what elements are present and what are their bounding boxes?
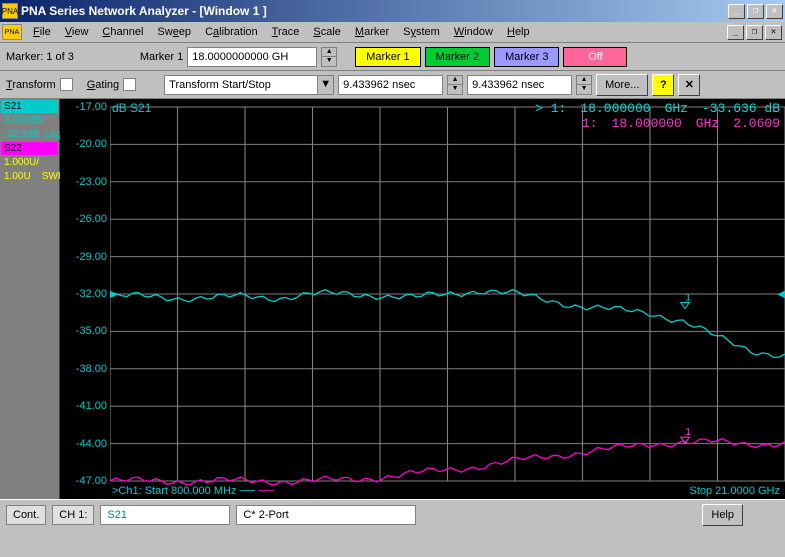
marker-1-val: -33.636 dB [702,101,780,116]
status-bar: Cont. CH 1: S21 C* 2-Port Help [0,499,785,529]
menu-channel[interactable]: Channel [95,24,150,40]
app-icon-small: PNA [2,24,22,40]
marker-toolbar: Marker: 1 of 3 Marker 1 ▲▼ Marker 1 Mark… [0,43,785,71]
gating-checkbox[interactable] [123,78,136,91]
marker-frequency-spin[interactable]: ▲▼ [321,47,337,67]
status-channel: CH 1: [52,505,94,525]
menu-system[interactable]: System [396,24,447,40]
menu-sweep[interactable]: Sweep [150,24,198,40]
child-restore-button[interactable]: ❐ [746,25,763,40]
y-axis: -17.00-20.00-23.00-26.00-29.00-32.00-35.… [60,99,110,499]
plot-area: S21 3.000dB/ -32.0dB LogM S22 1.000U/ 1.… [0,99,785,499]
menu-trace[interactable]: Trace [265,24,307,40]
trace-s22-scale: 1.000U/ [1,156,58,169]
minimize-button[interactable]: _ [728,4,745,19]
marker-1-unit: GHz [665,101,688,116]
svg-text:1: 1 [685,293,691,304]
chart-unit-label: dB S21 [112,101,151,115]
toolbar-close-button[interactable]: ✕ [678,74,700,96]
status-cont: Cont. [6,505,46,525]
marker-2-val: 2.0609 [733,116,780,131]
transform-stop-input[interactable] [467,75,572,95]
marker-readout: > 1: 18.000000 GHz -33.636 dB 1: 18.0000… [535,101,780,131]
menu-window[interactable]: Window [447,24,500,40]
marker-2-button[interactable]: Marker 2 [425,47,490,67]
app-icon: PNA [2,3,18,19]
start-freq-label: >Ch1: Start 800.000 MHz ── ── [112,485,274,497]
titlebar: PNA PNA Series Network Analyzer - [Windo… [0,0,785,22]
menu-file[interactable]: File [26,24,58,40]
svg-text:1: 1 [685,427,691,438]
chart[interactable]: 11 dB S21 > 1: 18.000000 GHz -33.636 dB … [110,99,785,499]
marker-1-prefix: > 1: [535,101,566,116]
spin-down-icon[interactable]: ▼ [322,57,336,66]
marker-2-prefix: 1: [582,116,598,131]
marker-count-label: Marker: 1 of 3 [6,51,74,63]
marker-3-button[interactable]: Marker 3 [494,47,559,67]
menu-help[interactable]: Help [500,24,537,40]
menu-view[interactable]: View [58,24,96,40]
status-trace: S21 [100,505,230,525]
window-title: PNA Series Network Analyzer - [Window 1 … [21,4,728,18]
trace-s21-scale: 3.000dB/ [1,114,58,127]
child-close-button[interactable]: ✕ [765,25,782,40]
trace-s21-header[interactable]: S21 [1,100,58,113]
marker-1-freq: 18.000000 [580,101,650,116]
menubar: PNA File View Channel Sweep Calibration … [0,22,785,43]
transform-stop-spin[interactable]: ▲▼ [576,75,592,95]
transform-start-input[interactable] [338,75,443,95]
marker-1-button[interactable]: Marker 1 [355,47,420,67]
menu-marker[interactable]: Marker [348,24,396,40]
trace-s22-header[interactable]: S22 [1,142,58,155]
trace-s22-ref: 1.00U SWR [1,170,58,183]
dropdown-arrow-icon: ▼ [317,76,333,94]
transform-mode-select[interactable]: Transform Start/Stop ▼ [164,75,334,95]
spin-up-icon[interactable]: ▲ [322,48,336,57]
chart-svg: 11 [110,99,785,499]
marker-2-freq: 18.000000 [612,116,682,131]
transform-label: Transform [6,79,56,91]
marker-frequency-input[interactable] [187,47,317,67]
menu-calibration[interactable]: Calibration [198,24,265,40]
transform-start-spin[interactable]: ▲▼ [447,75,463,95]
status-cal: C* 2-Port [236,505,416,525]
marker-off-button[interactable]: Off [563,47,627,67]
transform-checkbox[interactable] [60,78,73,91]
close-button[interactable]: ✕ [766,4,783,19]
restore-button[interactable]: ❐ [747,4,764,19]
chart-footer: >Ch1: Start 800.000 MHz ── ── Stop 21.00… [112,485,780,497]
transform-toolbar: Transform Gating Transform Start/Stop ▼ … [0,71,785,99]
ref-arrow-left-icon: ▶ [110,289,118,300]
gating-label: Gating [87,79,119,91]
child-minimize-button[interactable]: _ [727,25,744,40]
marker-2-unit: GHz [696,116,719,131]
status-help-button[interactable]: Help [702,504,743,526]
menu-scale[interactable]: Scale [306,24,348,40]
trace-panel: S21 3.000dB/ -32.0dB LogM S22 1.000U/ 1.… [0,99,60,499]
trace-s21-ref: -32.0dB LogM [1,128,58,141]
marker-n-label: Marker 1 [140,51,183,63]
more-button[interactable]: More... [596,74,648,96]
stop-freq-label: Stop 21.0000 GHz [689,485,780,497]
ref-arrow-right-icon: ◀ [777,289,785,300]
transform-mode-value: Transform Start/Stop [169,79,271,91]
help-button[interactable]: ? [652,74,674,96]
